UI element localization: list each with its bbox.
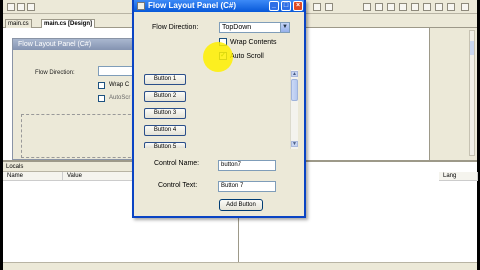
designer-wrap-checkbox[interactable] [98, 82, 105, 89]
tab-main-cs-design[interactable]: main.cs [Design] [41, 19, 96, 28]
scroll-up-icon[interactable]: ▲ [291, 71, 298, 77]
flow-direction-value: TopDown [222, 24, 252, 31]
status-bar [3, 262, 477, 270]
control-name-label: Control Name: [154, 160, 200, 167]
toolbar-icon[interactable] [375, 3, 383, 11]
toolbar-icon[interactable] [399, 3, 407, 11]
col-name-header[interactable]: Name [3, 172, 63, 181]
dialog-titlebar[interactable]: Flow Layout Panel (C#) _ □ × [134, 0, 304, 12]
toolbar-icon[interactable] [363, 3, 371, 11]
toolbar-icon[interactable] [17, 3, 25, 11]
dialog-title: Flow Layout Panel (C#) [148, 1, 237, 10]
designer-form: Flow Layout Panel (C#) Flow Direction: W… [12, 38, 137, 160]
toolbar-icon[interactable] [325, 3, 333, 11]
toolbar-icon[interactable] [461, 3, 469, 11]
toolbar-icon[interactable] [7, 3, 15, 11]
designer-flow-panel[interactable] [21, 114, 136, 158]
designer-wrap-label: Wrap C [109, 82, 130, 88]
designer-form-title: Flow Layout Panel (C#) [13, 39, 136, 50]
scroll-down-icon[interactable]: ▼ [291, 141, 298, 147]
auto-scroll-checkbox[interactable]: ✓ [219, 52, 227, 60]
flow-direction-label: Flow Direction: [152, 24, 199, 31]
toolbar-icon[interactable] [423, 3, 431, 11]
control-name-input[interactable]: button7 [218, 160, 276, 171]
flow-button-2[interactable]: Button 2 [144, 91, 186, 102]
tab-main-cs[interactable]: main.cs [5, 19, 32, 28]
flow-layout-panel[interactable]: Button 1 Button 2 Button 3 Button 4 Butt… [139, 70, 298, 149]
toolbar-icon[interactable] [411, 3, 419, 11]
designer-flow-direction-combo[interactable] [98, 66, 136, 76]
flow-direction-select[interactable]: TopDown ▼ [219, 22, 290, 33]
solution-explorer-pane [429, 28, 477, 160]
lang-col-header[interactable]: Lang [439, 172, 478, 181]
toolbar-icon[interactable] [313, 3, 321, 11]
toolbar-icon[interactable] [435, 3, 443, 11]
control-text-input[interactable]: Button 7 [218, 181, 276, 192]
auto-scroll-label: Auto Scroll [230, 53, 264, 60]
designer-flow-direction-label: Flow Direction: [35, 70, 75, 76]
app-icon [137, 2, 145, 10]
scroll-thumb[interactable] [291, 79, 298, 101]
maximize-button[interactable]: □ [281, 1, 291, 11]
designer-autoscroll-checkbox[interactable] [98, 95, 105, 102]
flow-button-1[interactable]: Button 1 [144, 74, 186, 85]
wrap-contents-checkbox[interactable] [219, 38, 227, 46]
control-text-label: Control Text: [158, 182, 198, 189]
designer-autoscroll-label: AutoScr [109, 95, 131, 101]
pane-scroll-thumb[interactable] [470, 41, 474, 55]
flow-button-3[interactable]: Button 3 [144, 108, 186, 119]
flow-button-5[interactable]: Button 5 [144, 142, 186, 148]
wrap-contents-label: Wrap Contents [230, 39, 277, 46]
toolbar-icon[interactable] [387, 3, 395, 11]
flow-panel-scrollbar[interactable]: ▲ ▼ [290, 70, 298, 149]
add-button[interactable]: Add Button [219, 199, 263, 211]
chevron-down-icon[interactable]: ▼ [280, 23, 289, 32]
toolbar-icon[interactable] [27, 3, 35, 11]
toolbar-icon[interactable] [447, 3, 455, 11]
pane-scrollbar[interactable] [469, 30, 475, 156]
minimize-button[interactable]: _ [269, 1, 279, 11]
close-button[interactable]: × [293, 1, 303, 11]
flow-button-4[interactable]: Button 4 [144, 125, 186, 136]
flow-layout-dialog: Flow Layout Panel (C#) _ □ × Flow Direct… [132, 0, 306, 218]
